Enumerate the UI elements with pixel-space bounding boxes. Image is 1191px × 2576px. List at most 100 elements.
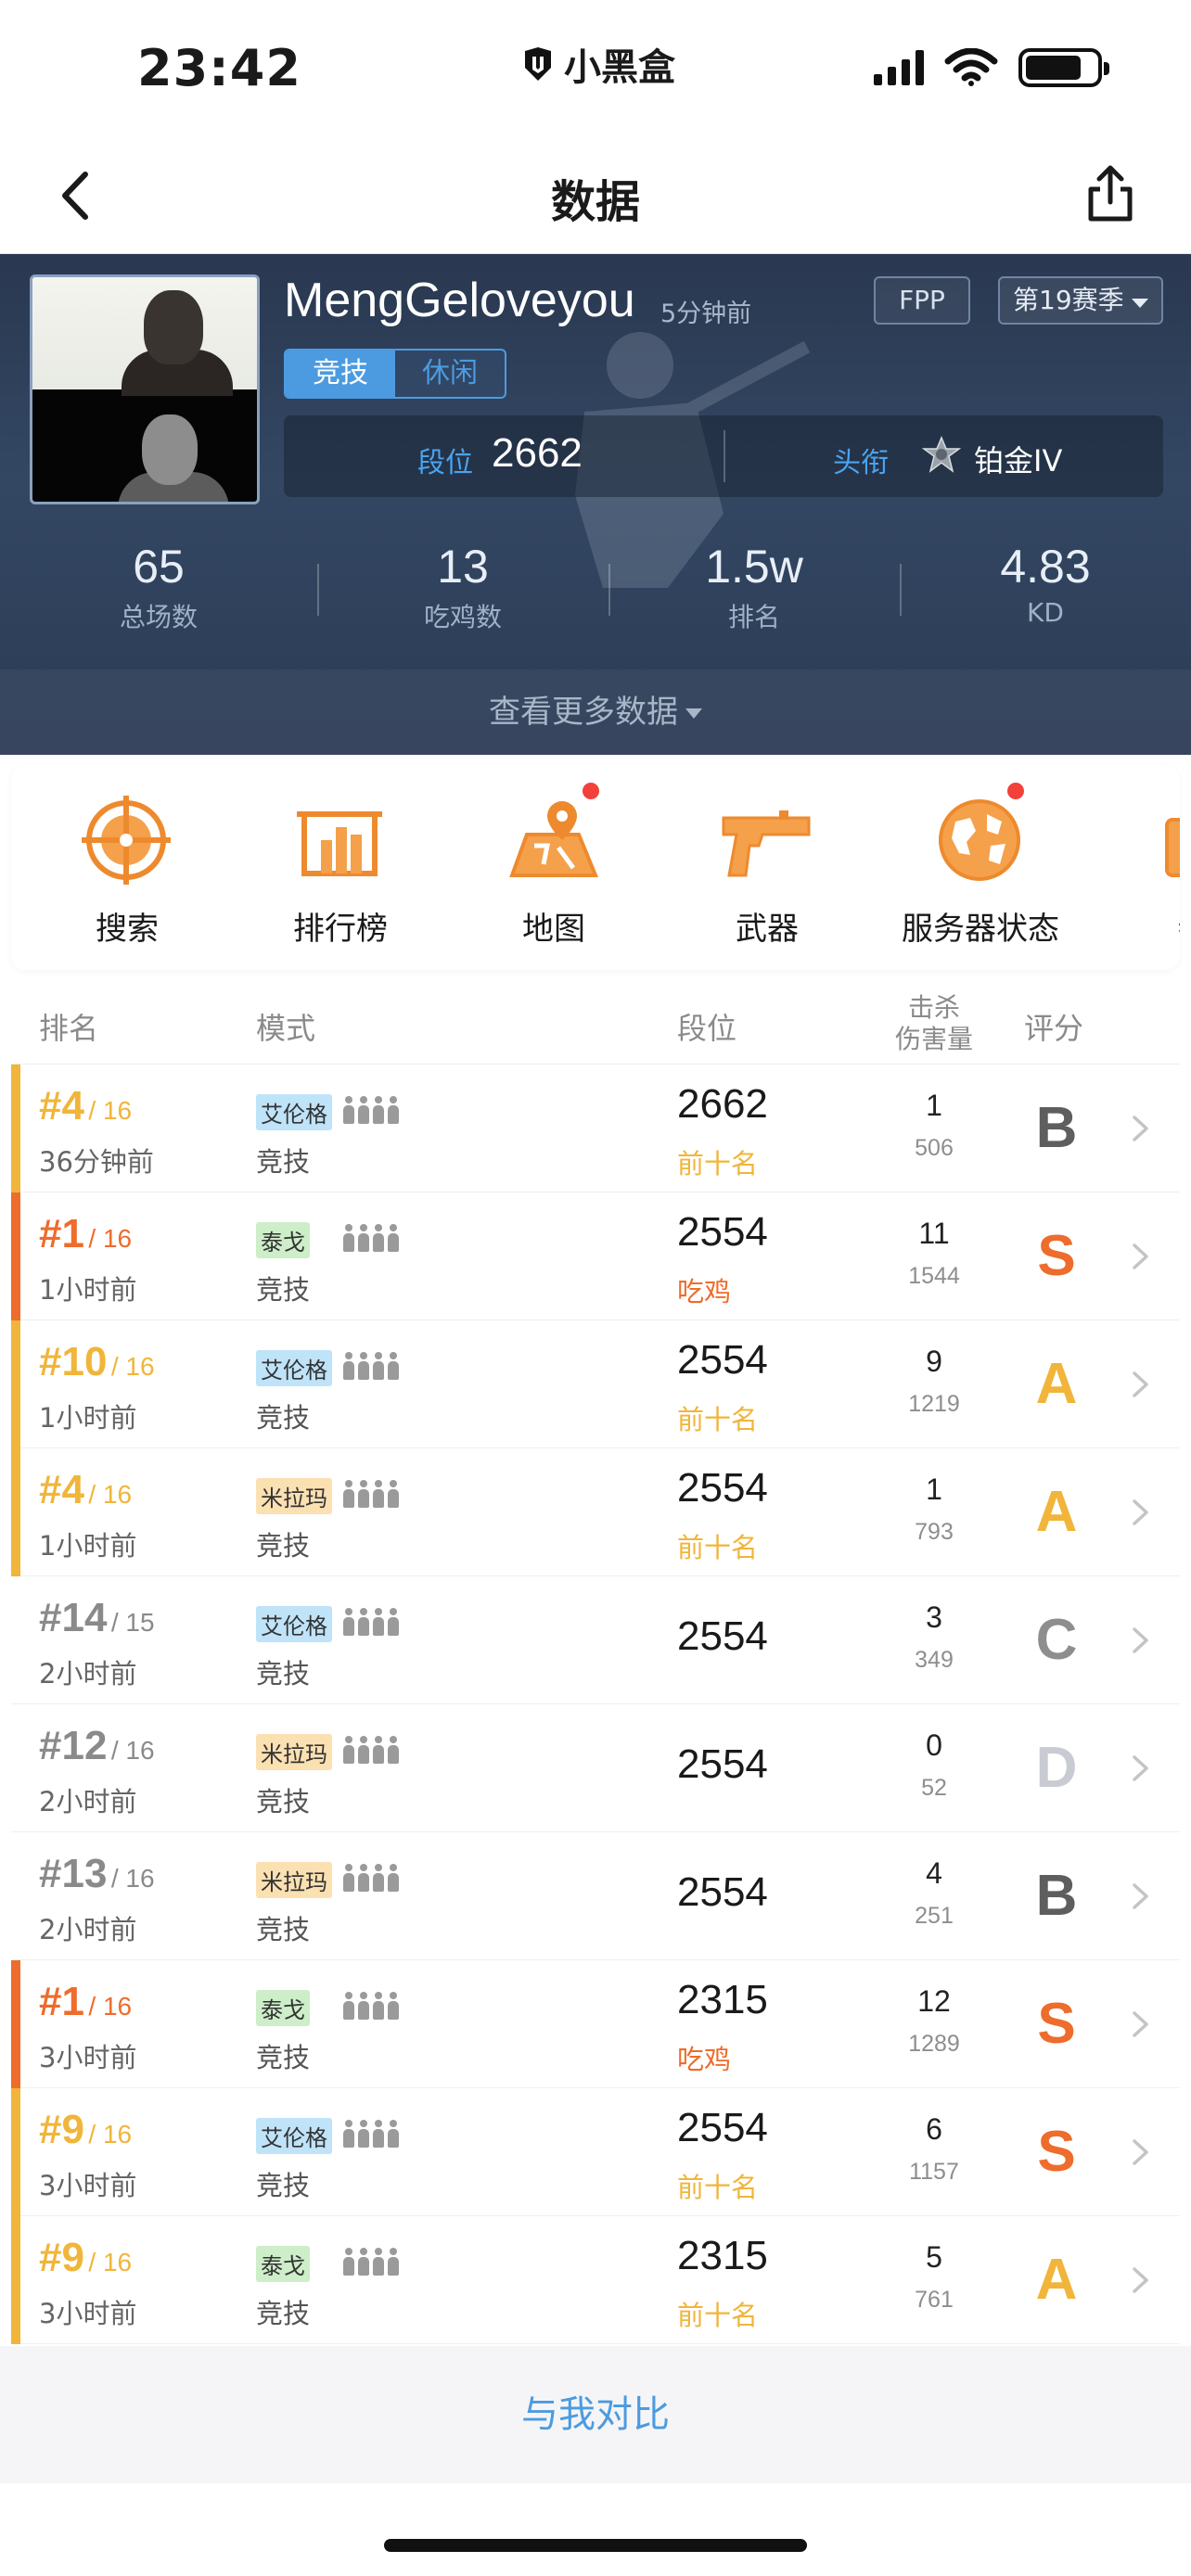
tier-score: 2554 [677, 1869, 768, 1915]
username: MengGeloveyou [284, 274, 635, 327]
avatar[interactable] [30, 274, 260, 504]
damage-value: 251 [915, 1903, 954, 1929]
damage-value: 1289 [908, 2031, 960, 2057]
chevron-right-icon [1133, 2139, 1148, 2165]
tool-map[interactable]: 地图 [447, 766, 660, 970]
match-time: 3小时前 [39, 2298, 137, 2329]
map-notification-dot [583, 783, 599, 799]
tool-label: 搜索 [96, 911, 159, 948]
placement-value: #1 [39, 1979, 84, 2024]
grade-value: B [1035, 1864, 1078, 1928]
placement: #13 / 16 [39, 1851, 155, 1897]
table-row[interactable]: #4 / 16 1小时前 米拉玛 竞技 2554 前十名 1 793 A [11, 1448, 1180, 1576]
table-row[interactable]: #1 / 16 1小时前 泰戈 竞技 2554 吃鸡 11 1544 S [11, 1192, 1180, 1320]
crosshair-icon [82, 796, 171, 885]
season-dropdown[interactable]: 第19赛季 [998, 276, 1163, 325]
placement: #4 / 16 [39, 1083, 132, 1129]
table-row[interactable]: #1 / 16 3小时前 泰戈 竞技 2315 吃鸡 12 1289 S [11, 1960, 1180, 2088]
match-time: 2小时前 [39, 1786, 137, 1817]
status-bar: 23:42 小黑盒 [0, 0, 1191, 139]
match-history-table: 排名 模式 段位 击杀 伤害量 评分 #4 / 16 36分钟前 艾伦格 竞技 … [11, 983, 1180, 2346]
kills-value: 4 [926, 1856, 942, 1890]
rank-summary: 段位 2662 头衔 铂金IV [284, 415, 1163, 497]
kills-value: 11 [918, 1217, 950, 1250]
damage-value: 761 [915, 2287, 954, 2313]
match-mode: 竞技 [256, 1786, 311, 1817]
placement-total: / 16 [88, 2248, 133, 2276]
placement-value: #1 [39, 1211, 84, 1256]
placement: #1 / 16 [39, 1211, 132, 1257]
tier-score: 2315 [677, 1977, 768, 2022]
last-updated: 5分钟前 [660, 300, 752, 328]
placement-value: #12 [39, 1723, 108, 1768]
match-mode: 竞技 [256, 1402, 311, 1434]
tool-search[interactable]: 搜索 [20, 766, 234, 970]
tab-casual[interactable]: 休闲 [395, 351, 505, 397]
tool-weapons[interactable]: 武器 [660, 766, 874, 970]
damage-value: 793 [915, 1519, 954, 1545]
result-indicator [11, 1065, 20, 1192]
result-tag: 前十名 [677, 1532, 759, 1563]
stats-row: 65 总场数 13 吃鸡数 1.5w 排名 4.83 KD [0, 538, 1191, 640]
profile-header: MengGeloveyou 5分钟前 FPP 第19赛季 竞技 休闲 段位 26… [0, 254, 1191, 755]
tool-label: 排行榜 [293, 911, 388, 948]
table-row[interactable]: #9 / 16 3小时前 艾伦格 竞技 2554 前十名 6 1157 S [11, 2088, 1180, 2216]
kills-value: 1 [926, 1473, 942, 1506]
stat-total-matches: 65 总场数 [0, 538, 317, 640]
placement-total: / 16 [88, 1480, 133, 1509]
grade-value: C [1035, 1608, 1078, 1672]
platinum-badge-icon [922, 436, 961, 473]
table-row[interactable]: #14 / 15 2小时前 艾伦格 竞技 2554 3 349 C [11, 1576, 1180, 1704]
stat-label: KD [1027, 597, 1064, 628]
server-notification-dot [1007, 783, 1024, 799]
tool-label: 地图 [522, 911, 585, 948]
result-indicator [11, 1448, 20, 1576]
match-mode: 竞技 [256, 1530, 311, 1562]
result-tag: 前十名 [677, 2172, 759, 2203]
more-data-button[interactable]: 查看更多数据 [0, 670, 1191, 755]
placement: #9 / 16 [39, 2107, 132, 2153]
perspective-toggle[interactable]: FPP [874, 276, 970, 325]
placement: #14 / 15 [39, 1595, 155, 1641]
table-row[interactable]: #13 / 16 2小时前 米拉玛 竞技 2554 4 251 B [11, 1832, 1180, 1960]
stat-value: 4.83 [1000, 541, 1091, 593]
item-icon [1165, 818, 1180, 877]
stat-ranking: 1.5w 排名 [608, 538, 900, 640]
result-tag: 前十名 [677, 1148, 759, 1180]
compare-button[interactable]: 与我对比 [0, 2346, 1191, 2483]
tab-competitive[interactable]: 竞技 [286, 351, 395, 397]
tool-server-status[interactable]: 服务器状态 [874, 766, 1087, 970]
grade-value: A [1035, 1352, 1078, 1416]
placement: #10 / 16 [39, 1339, 155, 1385]
result-tag: 前十名 [677, 2300, 759, 2331]
tool-label: 物 [1087, 903, 1180, 949]
stat-label: 排名 [727, 602, 780, 632]
table-row[interactable]: #9 / 16 3小时前 泰戈 竞技 2315 前十名 5 761 A [11, 2216, 1180, 2344]
table-row[interactable]: #12 / 16 2小时前 米拉玛 竞技 2554 0 52 D [11, 1704, 1180, 1832]
chevron-right-icon [1133, 1243, 1148, 1269]
result-tag: 前十名 [677, 1404, 759, 1435]
table-row[interactable]: #4 / 16 36分钟前 艾伦格 竞技 2662 前十名 1 506 B [11, 1065, 1180, 1192]
table-row[interactable]: #10 / 16 1小时前 艾伦格 竞技 2554 前十名 9 1219 A [11, 1320, 1180, 1448]
placement-total: / 16 [110, 1864, 155, 1893]
match-mode: 竞技 [256, 1658, 311, 1690]
placement: #9 / 16 [39, 2235, 132, 2281]
tier-score: 2662 [677, 1081, 768, 1127]
placement-value: #13 [39, 1851, 108, 1896]
tool-leaderboard[interactable]: 排行榜 [234, 766, 447, 970]
tool-items[interactable]: 物 [1087, 766, 1180, 970]
header-rank: 排名 [39, 1011, 99, 1046]
grade-value: S [1037, 1992, 1076, 2056]
chevron-right-icon [1133, 1499, 1148, 1525]
match-mode: 竞技 [256, 1914, 311, 1945]
rank-value: 2662 [492, 430, 583, 476]
page-title: 数据 [550, 176, 640, 228]
grade-value: S [1037, 1224, 1076, 1288]
share-icon[interactable] [1078, 161, 1143, 226]
stat-value: 13 [437, 541, 489, 593]
map-tag: 米拉玛 [256, 1478, 332, 1514]
stat-wins: 13 吃鸡数 [317, 538, 608, 640]
map-tag: 泰戈 [256, 2246, 310, 2282]
squad-icon [343, 1480, 399, 1508]
match-mode: 竞技 [256, 2298, 311, 2329]
